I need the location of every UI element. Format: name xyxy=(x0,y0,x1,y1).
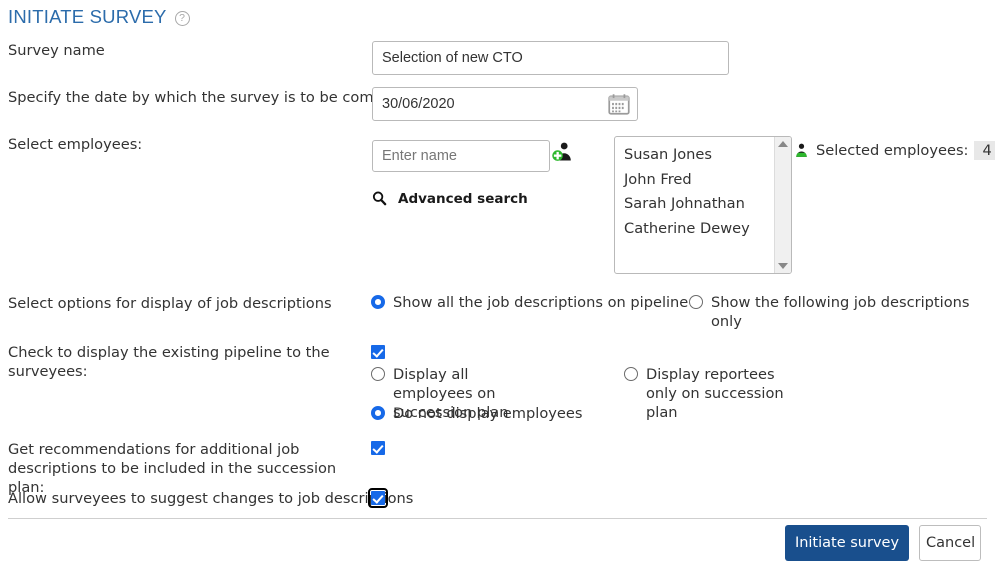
radio-show-following-job-descriptions[interactable]: Show the following job descriptions only xyxy=(689,294,995,331)
pipeline-display-label: Check to display the existing pipeline t… xyxy=(8,344,330,380)
radio-icon[interactable] xyxy=(371,295,385,309)
scroll-down-arrow-icon[interactable] xyxy=(778,263,788,269)
advanced-search-label: Advanced search xyxy=(398,190,528,207)
completion-date-field[interactable] xyxy=(372,87,638,121)
list-item[interactable]: Sarah Johnathan xyxy=(624,192,774,217)
cancel-button[interactable]: Cancel xyxy=(919,525,981,561)
list-item[interactable]: Catherine Dewey xyxy=(624,217,774,242)
survey-name-input[interactable] xyxy=(372,41,729,75)
selected-employees-count-label: Selected employees: xyxy=(816,142,969,159)
employee-name-input[interactable] xyxy=(372,140,550,172)
radio-do-not-display-employees[interactable]: Do not display employees xyxy=(371,405,583,423)
list-item[interactable]: Susan Jones xyxy=(624,143,774,168)
calendar-icon[interactable] xyxy=(606,91,632,117)
selected-employees-count-value: 4 xyxy=(974,141,995,160)
selected-employees-listbox[interactable]: Susan Jones John Fred Sarah Johnathan Ca… xyxy=(614,136,792,274)
person-icon xyxy=(796,143,807,157)
completion-date-label: Specify the date by which the survey is … xyxy=(8,89,420,106)
selected-employees-counter: Selected employees: 4 xyxy=(793,141,995,160)
radio-label: Do not display employees xyxy=(393,405,583,422)
selected-employees-list[interactable]: Susan Jones John Fred Sarah Johnathan Ca… xyxy=(615,137,774,273)
pipeline-display-checkbox[interactable] xyxy=(371,345,385,359)
radio-icon[interactable] xyxy=(371,406,385,420)
radio-display-reportees-only[interactable]: Display reportees only on succession pla… xyxy=(624,366,804,422)
recommendations-checkbox[interactable] xyxy=(371,441,385,455)
suggest-changes-label: Allow surveyees to suggest changes to jo… xyxy=(8,490,414,507)
scroll-up-arrow-icon[interactable] xyxy=(778,141,788,147)
completion-date-input[interactable] xyxy=(373,88,606,120)
job-description-display-label: Select options for display of job descri… xyxy=(8,295,332,312)
radio-label: Show the following job descriptions only xyxy=(711,294,970,330)
list-item[interactable]: John Fred xyxy=(624,168,774,193)
radio-label: Display reportees only on succession pla… xyxy=(646,366,784,421)
page-header: INITIATE SURVEY ? xyxy=(8,6,190,28)
initiate-survey-button[interactable]: Initiate survey xyxy=(785,525,909,561)
radio-icon[interactable] xyxy=(624,367,638,381)
radio-icon[interactable] xyxy=(689,295,703,309)
listbox-scrollbar[interactable] xyxy=(774,137,791,273)
radio-icon[interactable] xyxy=(371,367,385,381)
advanced-search-link[interactable]: Advanced search xyxy=(371,190,528,207)
suggest-changes-checkbox[interactable] xyxy=(368,488,388,508)
page-title: INITIATE SURVEY xyxy=(8,6,167,27)
footer-divider xyxy=(8,518,987,519)
select-employees-label: Select employees: xyxy=(8,136,143,153)
question-mark-circle-icon[interactable]: ? xyxy=(174,10,190,26)
add-person-icon[interactable] xyxy=(551,140,575,164)
radio-label: Show all the job descriptions on pipelin… xyxy=(393,294,689,311)
radio-show-all-job-descriptions[interactable]: Show all the job descriptions on pipelin… xyxy=(371,294,689,312)
survey-name-label: Survey name xyxy=(8,42,105,59)
search-icon xyxy=(372,191,387,206)
